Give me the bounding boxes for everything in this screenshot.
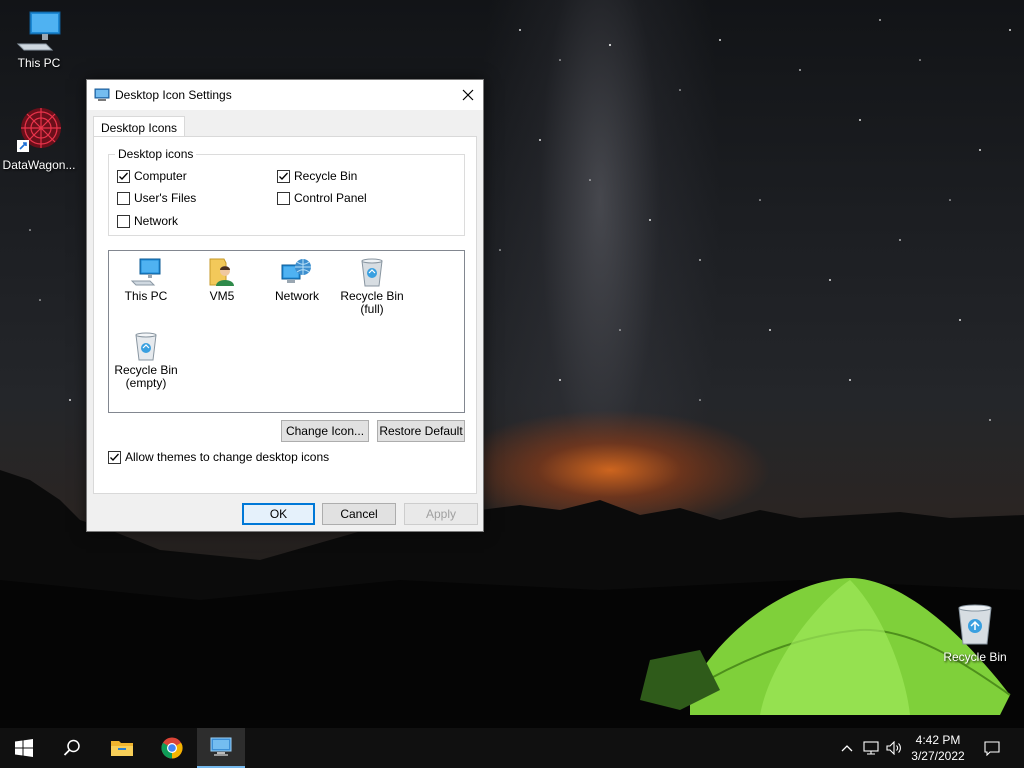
recycle-bin-empty-icon: [135, 332, 157, 361]
dialog-title: Desktop Icon Settings: [115, 88, 232, 102]
checkbox-users-files[interactable]: User's Files: [117, 191, 196, 205]
clock-date: 3/27/2022: [911, 749, 965, 763]
desktop-icon-recycle-bin[interactable]: Recycle Bin: [936, 602, 1014, 664]
checkbox-network[interactable]: Network: [117, 214, 178, 228]
this-pc-icon: [16, 11, 61, 51]
desktop-icon-label: Recycle Bin: [943, 650, 1007, 664]
desktop-icon-label: DataWagon...: [2, 158, 76, 172]
desktop-icon-this-pc[interactable]: This PC: [0, 8, 78, 70]
chevron-up-icon: [841, 745, 853, 752]
recycle-bin-full-icon: [958, 604, 992, 645]
change-icon-button[interactable]: Change Icon...: [281, 420, 369, 442]
checkbox-recycle-bin[interactable]: Recycle Bin: [277, 169, 357, 183]
action-center-icon: [984, 740, 1000, 756]
apply-button[interactable]: Apply: [404, 503, 478, 525]
taskbar: 4:42 PM 3/27/2022: [0, 728, 1024, 768]
tab-desktop-icons[interactable]: Desktop Icons: [93, 116, 186, 138]
network-icon: [863, 741, 879, 755]
chrome-button[interactable]: [148, 728, 196, 768]
checkbox-box[interactable]: [277, 191, 290, 205]
list-item-label-line-2: (empty): [125, 376, 167, 390]
list-item-label-line-2: (full): [360, 302, 384, 316]
chrome-icon: [161, 737, 183, 759]
checkbox-box[interactable]: [117, 214, 130, 228]
this-pc-icon: [130, 258, 161, 286]
list-item-recycle-bin-full[interactable]: Recycle Bin (full): [337, 257, 407, 316]
checkbox-control-panel[interactable]: Control Panel: [277, 191, 367, 205]
checkbox-label: Allow themes to change desktop icons: [125, 450, 330, 464]
list-item-network[interactable]: Network: [262, 257, 332, 303]
clock-time: 4:42 PM: [915, 733, 961, 747]
list-item-label: VM5: [209, 289, 235, 303]
desktop-icon-label: This PC: [17, 56, 61, 70]
display-settings-icon: [210, 737, 232, 756]
desktop-icon-datawagon[interactable]: DataWagon...: [0, 106, 78, 172]
file-explorer-icon: [111, 741, 133, 756]
checkbox-label: Computer: [134, 169, 187, 183]
checkbox-allow-themes[interactable]: Allow themes to change desktop icons: [108, 450, 329, 464]
clock[interactable]: 4:42 PM 3/27/2022: [903, 732, 973, 764]
search-icon: [63, 739, 80, 756]
network-tray-button[interactable]: [860, 728, 882, 768]
checkbox-box[interactable]: [117, 191, 130, 205]
desktop-icon-settings-dialog: Desktop Icon Settings Desktop Icons Desk…: [86, 79, 484, 532]
recycle-bin-full-icon: [361, 258, 383, 287]
list-item-vm5[interactable]: VM5: [187, 257, 257, 303]
restore-default-button[interactable]: Restore Default: [377, 420, 465, 442]
checkbox-label: Control Panel: [294, 191, 367, 205]
display-settings-icon: [94, 88, 110, 101]
list-item-label: This PC: [124, 289, 168, 303]
start-button[interactable]: [0, 728, 48, 768]
datawagon-shortcut-icon: [17, 108, 61, 152]
action-center-button[interactable]: [978, 728, 1006, 768]
checkbox-label: Network: [134, 214, 179, 228]
checkmark-icon: [119, 172, 128, 180]
close-button[interactable]: [453, 80, 483, 110]
checkbox-label: Recycle Bin: [294, 169, 358, 183]
list-item-label: Network: [274, 289, 319, 303]
display-settings-taskbar-button[interactable]: [197, 728, 245, 768]
list-item-recycle-bin-empty[interactable]: Recycle Bin (empty): [111, 331, 181, 390]
user-folder-icon: [209, 258, 234, 286]
file-explorer-button[interactable]: [98, 728, 146, 768]
show-hidden-icons-button[interactable]: [838, 728, 856, 768]
checkmark-icon: [279, 172, 288, 180]
checkmark-icon: [110, 453, 119, 461]
volume-icon: [886, 741, 901, 755]
tab-panel: Desktop icons Computer Recycle Bin User'…: [93, 136, 477, 494]
desktop-icons-group: Desktop icons Computer Recycle Bin User'…: [108, 147, 465, 236]
ok-button[interactable]: OK: [242, 503, 315, 525]
network-icon: [281, 259, 311, 283]
checkbox-box[interactable]: [108, 450, 121, 464]
volume-tray-button[interactable]: [884, 728, 904, 768]
search-button[interactable]: [48, 728, 96, 768]
checkbox-computer[interactable]: Computer: [117, 169, 187, 183]
close-icon: [462, 89, 474, 101]
group-label: Desktop icons: [115, 147, 197, 161]
checkbox-box[interactable]: [117, 169, 130, 183]
icon-list[interactable]: This PC VM5 Network Recycle Bin (full) R…: [108, 250, 465, 413]
checkbox-label: User's Files: [134, 191, 197, 205]
cancel-button[interactable]: Cancel: [322, 503, 396, 525]
checkbox-box[interactable]: [277, 169, 290, 183]
start-icon: [15, 739, 33, 757]
dialog-titlebar[interactable]: Desktop Icon Settings: [87, 80, 483, 110]
list-item-this-pc[interactable]: This PC: [111, 257, 181, 303]
